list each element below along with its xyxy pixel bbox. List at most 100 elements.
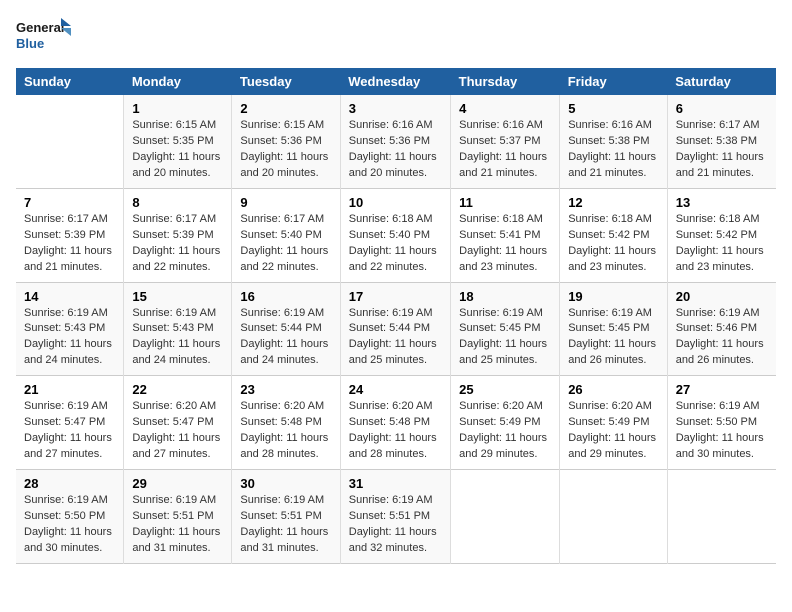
day-number: 25 [459, 382, 551, 397]
day-number: 23 [240, 382, 331, 397]
column-header-wednesday: Wednesday [340, 68, 450, 95]
calendar-cell: 12 Sunrise: 6:18 AM Sunset: 5:42 PM Dayli… [560, 188, 668, 282]
column-header-monday: Monday [124, 68, 232, 95]
column-header-friday: Friday [560, 68, 668, 95]
day-detail: Sunrise: 6:19 AM Sunset: 5:50 PM Dayligh… [676, 399, 768, 463]
column-header-tuesday: Tuesday [232, 68, 340, 95]
calendar-cell: 21 Sunrise: 6:19 AM Sunset: 5:47 PM Dayli… [16, 376, 124, 470]
calendar-cell: 28Sunrise: 6:19 AM Sunset: 5:50 PM Dayli… [16, 470, 124, 564]
calendar-cell: 22 Sunrise: 6:20 AM Sunset: 5:47 PM Dayli… [124, 376, 232, 470]
day-detail: Sunrise: 6:19 AM Sunset: 5:47 PM Dayligh… [24, 399, 115, 463]
svg-text:General: General [16, 20, 64, 35]
day-number: 29 [132, 476, 223, 491]
calendar-cell: 11 Sunrise: 6:18 AM Sunset: 5:41 PM Dayli… [451, 188, 560, 282]
calendar-header-row: SundayMondayTuesdayWednesdayThursdayFrid… [16, 68, 776, 95]
logo: GeneralBlue [16, 16, 76, 56]
calendar-cell: 24 Sunrise: 6:20 AM Sunset: 5:48 PM Dayli… [340, 376, 450, 470]
day-number: 5 [568, 101, 659, 116]
svg-text:Blue: Blue [16, 36, 44, 51]
day-detail: Sunrise: 6:20 AM Sunset: 5:47 PM Dayligh… [132, 399, 223, 463]
day-detail: Sunrise: 6:15 AM Sunset: 5:35 PM Dayligh… [132, 118, 223, 182]
day-detail: Sunrise: 6:19 AM Sunset: 5:46 PM Dayligh… [676, 306, 768, 370]
day-detail: Sunrise: 6:19 AM Sunset: 5:43 PM Dayligh… [132, 306, 223, 370]
day-number: 13 [676, 195, 768, 210]
day-number: 26 [568, 382, 659, 397]
day-number: 10 [349, 195, 442, 210]
logo-icon: GeneralBlue [16, 16, 76, 56]
day-detail: Sunrise: 6:19 AM Sunset: 5:45 PM Dayligh… [459, 306, 551, 370]
day-detail: Sunrise: 6:20 AM Sunset: 5:49 PM Dayligh… [459, 399, 551, 463]
calendar-cell: 14 Sunrise: 6:19 AM Sunset: 5:43 PM Dayli… [16, 282, 124, 376]
calendar-week-row: 14 Sunrise: 6:19 AM Sunset: 5:43 PM Dayli… [16, 282, 776, 376]
calendar-week-row: 21 Sunrise: 6:19 AM Sunset: 5:47 PM Dayli… [16, 376, 776, 470]
day-number: 30 [240, 476, 331, 491]
calendar-cell: 5 Sunrise: 6:16 AM Sunset: 5:38 PM Daylig… [560, 95, 668, 188]
calendar-cell [451, 470, 560, 564]
calendar-cell: 2 Sunrise: 6:15 AM Sunset: 5:36 PM Daylig… [232, 95, 340, 188]
column-header-thursday: Thursday [451, 68, 560, 95]
day-number: 9 [240, 195, 331, 210]
calendar-cell: 27Sunrise: 6:19 AM Sunset: 5:50 PM Dayli… [667, 376, 776, 470]
day-number: 16 [240, 289, 331, 304]
calendar-cell: 7 Sunrise: 6:17 AM Sunset: 5:39 PM Daylig… [16, 188, 124, 282]
calendar-week-row: 1 Sunrise: 6:15 AM Sunset: 5:35 PM Daylig… [16, 95, 776, 188]
day-detail: Sunrise: 6:20 AM Sunset: 5:48 PM Dayligh… [349, 399, 442, 463]
calendar-cell: 31Sunrise: 6:19 AM Sunset: 5:51 PM Dayli… [340, 470, 450, 564]
calendar-week-row: 28Sunrise: 6:19 AM Sunset: 5:50 PM Dayli… [16, 470, 776, 564]
day-number: 24 [349, 382, 442, 397]
day-number: 4 [459, 101, 551, 116]
day-detail: Sunrise: 6:18 AM Sunset: 5:41 PM Dayligh… [459, 212, 551, 276]
day-detail: Sunrise: 6:18 AM Sunset: 5:40 PM Dayligh… [349, 212, 442, 276]
day-number: 3 [349, 101, 442, 116]
calendar-cell: 4 Sunrise: 6:16 AM Sunset: 5:37 PM Daylig… [451, 95, 560, 188]
day-detail: Sunrise: 6:17 AM Sunset: 5:39 PM Dayligh… [24, 212, 115, 276]
day-detail: Sunrise: 6:19 AM Sunset: 5:50 PM Dayligh… [24, 493, 115, 557]
calendar-cell: 26 Sunrise: 6:20 AM Sunset: 5:49 PM Dayli… [560, 376, 668, 470]
day-detail: Sunrise: 6:18 AM Sunset: 5:42 PM Dayligh… [676, 212, 768, 276]
day-detail: Sunrise: 6:17 AM Sunset: 5:38 PM Dayligh… [676, 118, 768, 182]
day-detail: Sunrise: 6:20 AM Sunset: 5:49 PM Dayligh… [568, 399, 659, 463]
day-detail: Sunrise: 6:17 AM Sunset: 5:39 PM Dayligh… [132, 212, 223, 276]
calendar-cell: 3Sunrise: 6:16 AM Sunset: 5:36 PM Daylig… [340, 95, 450, 188]
calendar-cell: 23 Sunrise: 6:20 AM Sunset: 5:48 PM Dayli… [232, 376, 340, 470]
day-detail: Sunrise: 6:19 AM Sunset: 5:51 PM Dayligh… [349, 493, 442, 557]
day-detail: Sunrise: 6:16 AM Sunset: 5:37 PM Dayligh… [459, 118, 551, 182]
day-number: 22 [132, 382, 223, 397]
day-number: 14 [24, 289, 115, 304]
day-number: 19 [568, 289, 659, 304]
calendar-cell: 20Sunrise: 6:19 AM Sunset: 5:46 PM Dayli… [667, 282, 776, 376]
calendar-cell: 1 Sunrise: 6:15 AM Sunset: 5:35 PM Daylig… [124, 95, 232, 188]
day-detail: Sunrise: 6:18 AM Sunset: 5:42 PM Dayligh… [568, 212, 659, 276]
page-header: GeneralBlue [16, 16, 776, 56]
day-number: 7 [24, 195, 115, 210]
calendar-cell: 17Sunrise: 6:19 AM Sunset: 5:44 PM Dayli… [340, 282, 450, 376]
day-detail: Sunrise: 6:19 AM Sunset: 5:51 PM Dayligh… [132, 493, 223, 557]
day-number: 6 [676, 101, 768, 116]
calendar-table: SundayMondayTuesdayWednesdayThursdayFrid… [16, 68, 776, 564]
day-detail: Sunrise: 6:19 AM Sunset: 5:43 PM Dayligh… [24, 306, 115, 370]
day-detail: Sunrise: 6:16 AM Sunset: 5:38 PM Dayligh… [568, 118, 659, 182]
calendar-cell: 16 Sunrise: 6:19 AM Sunset: 5:44 PM Dayli… [232, 282, 340, 376]
day-number: 17 [349, 289, 442, 304]
calendar-cell: 8 Sunrise: 6:17 AM Sunset: 5:39 PM Daylig… [124, 188, 232, 282]
day-detail: Sunrise: 6:15 AM Sunset: 5:36 PM Dayligh… [240, 118, 331, 182]
day-number: 8 [132, 195, 223, 210]
calendar-cell: 13 Sunrise: 6:18 AM Sunset: 5:42 PM Dayli… [667, 188, 776, 282]
day-number: 11 [459, 195, 551, 210]
day-number: 12 [568, 195, 659, 210]
day-detail: Sunrise: 6:19 AM Sunset: 5:44 PM Dayligh… [240, 306, 331, 370]
day-number: 21 [24, 382, 115, 397]
day-detail: Sunrise: 6:20 AM Sunset: 5:48 PM Dayligh… [240, 399, 331, 463]
day-detail: Sunrise: 6:19 AM Sunset: 5:51 PM Dayligh… [240, 493, 331, 557]
day-number: 2 [240, 101, 331, 116]
calendar-cell: 6 Sunrise: 6:17 AM Sunset: 5:38 PM Daylig… [667, 95, 776, 188]
day-number: 1 [132, 101, 223, 116]
calendar-cell: 15Sunrise: 6:19 AM Sunset: 5:43 PM Dayli… [124, 282, 232, 376]
day-number: 18 [459, 289, 551, 304]
calendar-cell: 30 Sunrise: 6:19 AM Sunset: 5:51 PM Dayli… [232, 470, 340, 564]
column-header-saturday: Saturday [667, 68, 776, 95]
calendar-cell: 25 Sunrise: 6:20 AM Sunset: 5:49 PM Dayli… [451, 376, 560, 470]
calendar-week-row: 7 Sunrise: 6:17 AM Sunset: 5:39 PM Daylig… [16, 188, 776, 282]
day-detail: Sunrise: 6:19 AM Sunset: 5:45 PM Dayligh… [568, 306, 659, 370]
calendar-cell: 10 Sunrise: 6:18 AM Sunset: 5:40 PM Dayli… [340, 188, 450, 282]
